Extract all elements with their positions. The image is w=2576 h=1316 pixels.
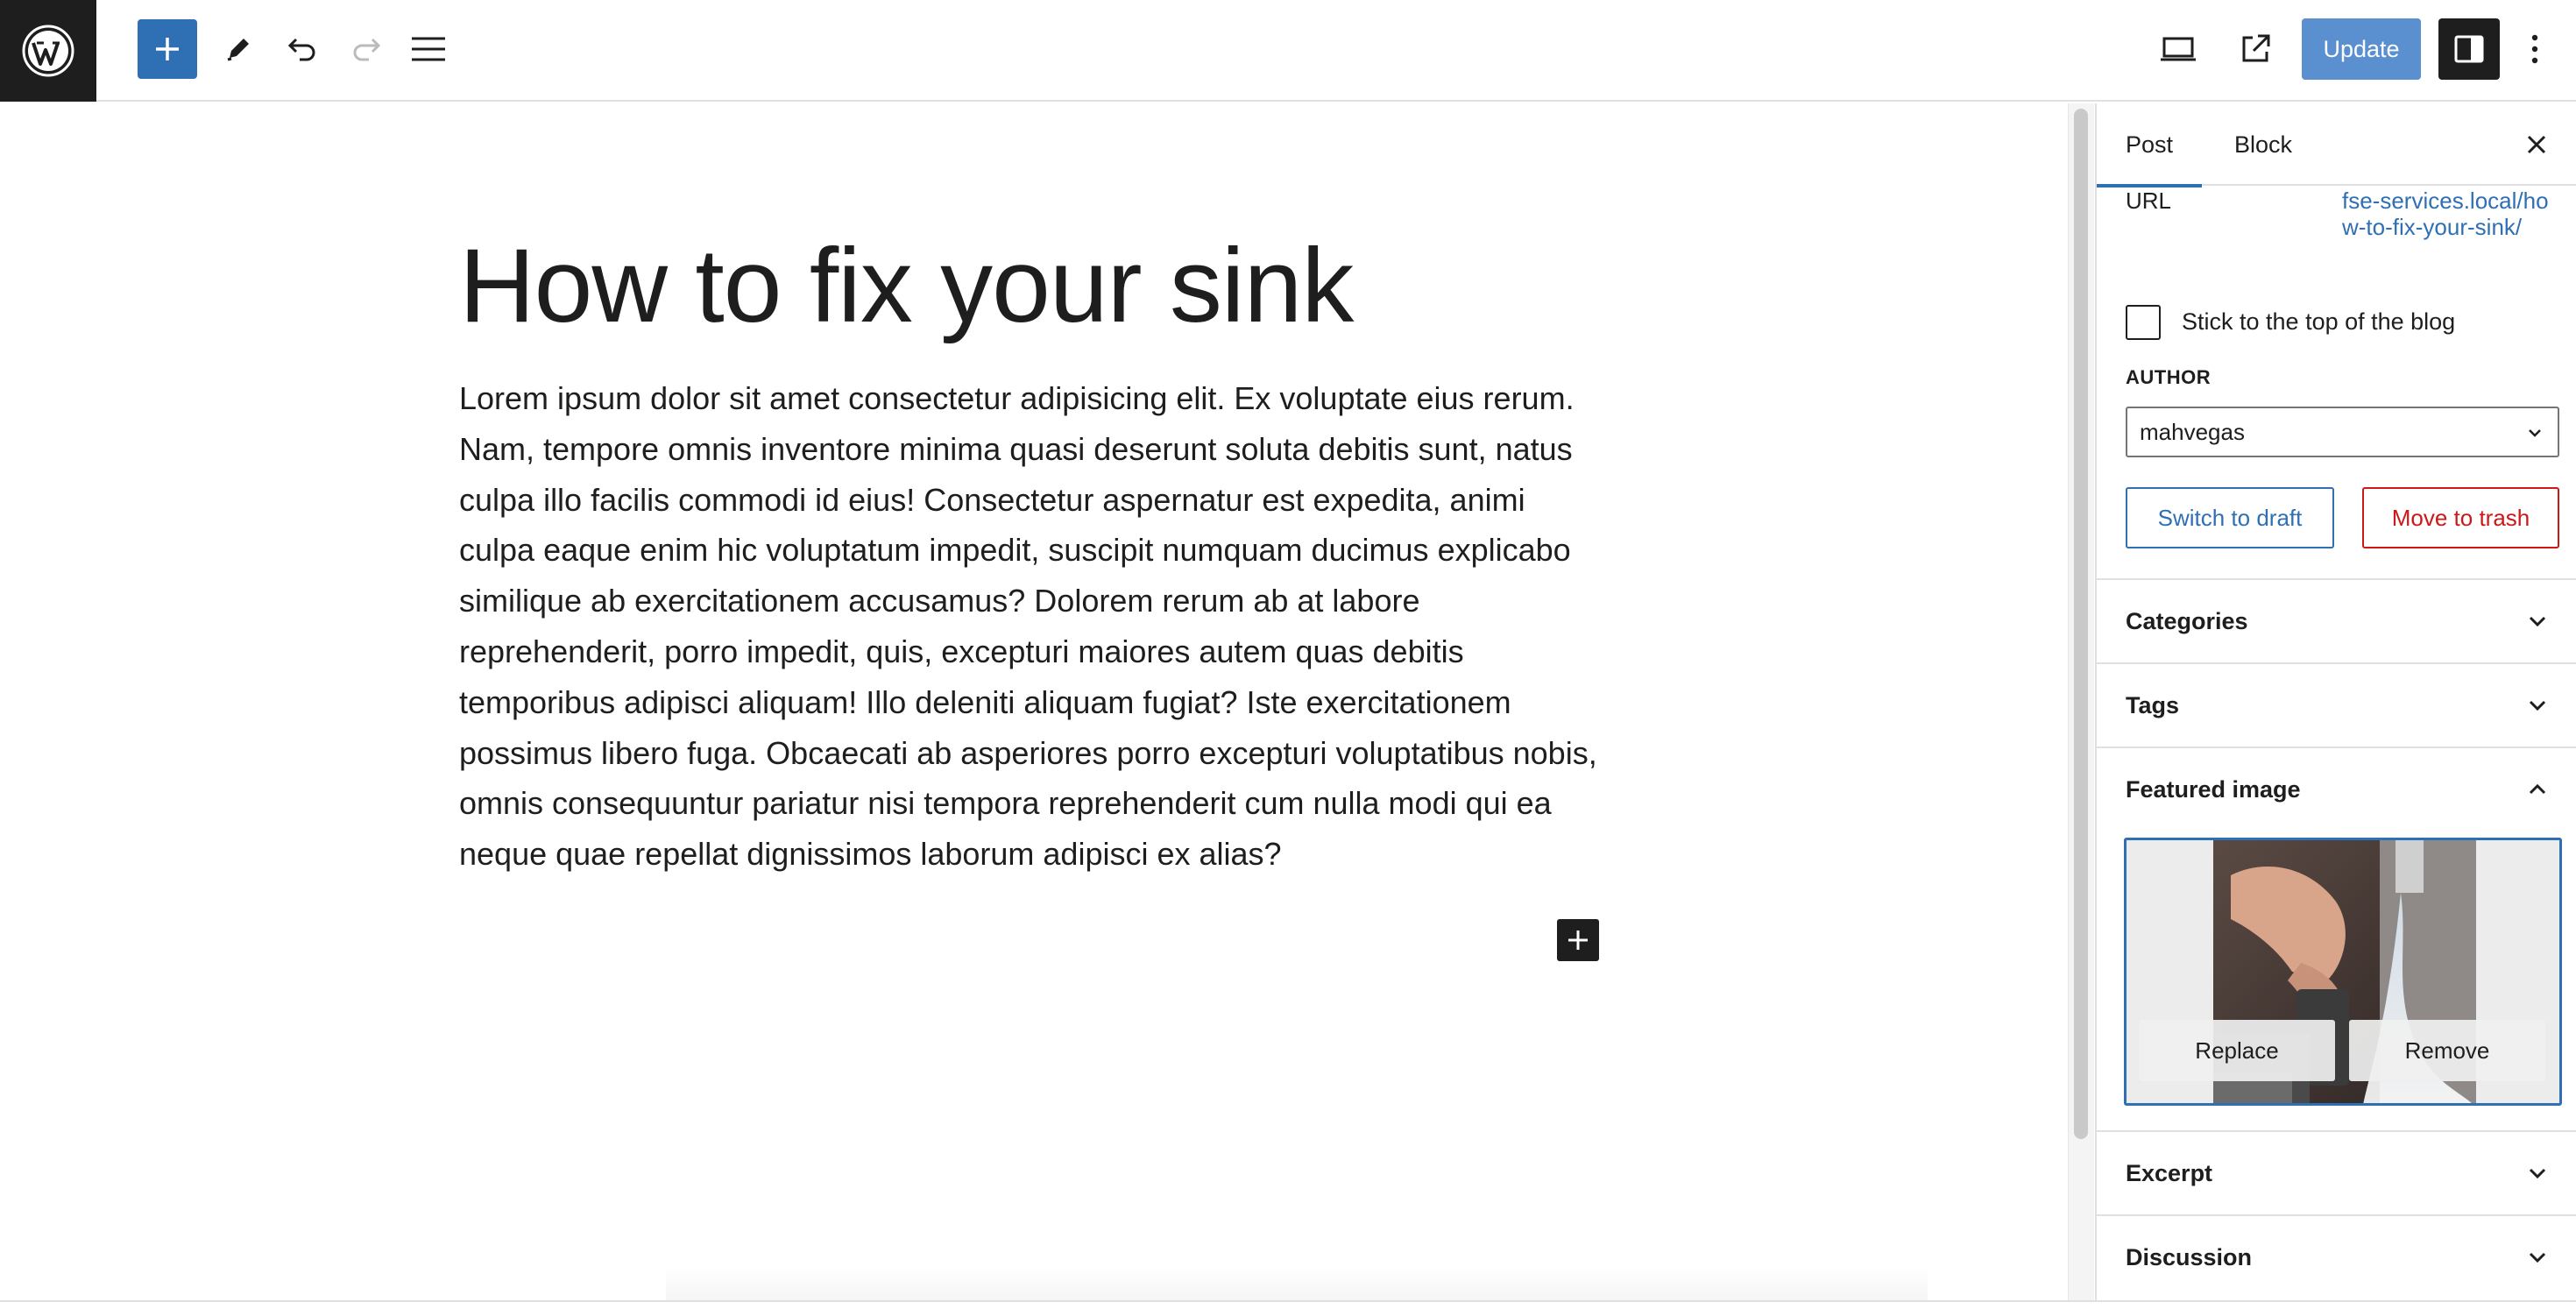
editor-footer <box>0 1300 2576 1316</box>
replace-image-button[interactable]: Replace <box>2139 1020 2335 1081</box>
author-select[interactable]: mahvegas <box>2126 407 2559 457</box>
preview-button[interactable] <box>2148 19 2208 79</box>
post-title[interactable]: How to fix your sink <box>459 223 1354 349</box>
switch-to-draft-button[interactable]: Switch to draft <box>2126 487 2334 548</box>
chevron-down-icon <box>2523 691 2551 719</box>
wordpress-icon <box>22 25 74 77</box>
chevron-down-icon <box>2529 429 2541 437</box>
desktop-icon <box>2161 37 2196 61</box>
undo-icon <box>287 38 315 61</box>
undo-button[interactable] <box>272 19 332 79</box>
panel-title: Excerpt <box>2126 1159 2213 1186</box>
document-overview-button[interactable] <box>399 19 458 79</box>
redo-icon <box>353 38 381 61</box>
author-label: AUTHOR <box>2126 366 2212 388</box>
settings-button[interactable] <box>2438 18 2500 80</box>
close-icon <box>2527 135 2546 154</box>
panel-title: Categories <box>2126 607 2248 634</box>
chevron-down-icon <box>2523 1159 2551 1187</box>
external-link-icon <box>2242 34 2270 62</box>
block-inserter-button[interactable] <box>1557 919 1599 961</box>
editor-canvas: How to fix your sink Lorem ipsum dolor s… <box>0 103 2068 1300</box>
pencil-icon <box>227 39 249 61</box>
chevron-down-icon <box>2523 607 2551 635</box>
plus-icon <box>156 38 179 60</box>
update-button[interactable]: Update <box>2302 18 2421 80</box>
post-url-link[interactable]: fse-services.local/how-to-fix-your-sink/ <box>2342 187 2552 240</box>
tab-block[interactable]: Block <box>2211 103 2316 186</box>
sidebar-tabs: Post Block <box>2097 103 2576 187</box>
wordpress-logo-button[interactable] <box>0 0 96 102</box>
view-post-button[interactable] <box>2226 19 2285 79</box>
panel-discussion[interactable]: Discussion <box>2097 1214 2576 1298</box>
redo-button[interactable] <box>336 19 396 79</box>
close-sidebar-button[interactable] <box>2517 125 2556 164</box>
sidebar-toggle-icon <box>2454 35 2484 63</box>
plus-icon <box>1568 930 1588 950</box>
editor-toolbar: Update <box>0 0 2576 102</box>
add-block-button[interactable] <box>138 19 197 79</box>
panel-featured-image[interactable]: Featured image <box>2097 746 2576 831</box>
paragraph-block[interactable]: Lorem ipsum dolor sit amet consectetur a… <box>459 373 1598 880</box>
list-view-icon <box>412 37 445 61</box>
options-button[interactable] <box>2513 19 2557 79</box>
panel-title: Tags <box>2126 691 2180 718</box>
featured-image-preview[interactable]: Replace Remove <box>2124 838 2562 1106</box>
author-select-value: mahvegas <box>2140 418 2245 445</box>
panel-title: Discussion <box>2126 1243 2253 1270</box>
canvas-scrollbar-thumb[interactable] <box>2074 109 2088 1139</box>
panel-categories[interactable]: Categories <box>2097 578 2576 662</box>
move-to-trash-button[interactable]: Move to trash <box>2362 487 2559 548</box>
panel-tags[interactable]: Tags <box>2097 662 2576 746</box>
panel-title: Featured image <box>2126 775 2301 803</box>
canvas-bottom-shadow <box>666 1265 1928 1300</box>
panel-excerpt[interactable]: Excerpt <box>2097 1130 2576 1214</box>
tab-post[interactable]: Post <box>2097 103 2202 187</box>
remove-image-button[interactable]: Remove <box>2349 1020 2545 1081</box>
more-vertical-icon <box>2531 34 2538 64</box>
settings-sidebar: Post Block URL fse-services.local/how-to… <box>2095 103 2576 1300</box>
tools-button[interactable] <box>209 19 268 79</box>
url-label: URL <box>2126 187 2172 214</box>
chevron-down-icon <box>2523 1243 2551 1271</box>
chevron-up-icon <box>2523 775 2551 803</box>
sticky-checkbox-label[interactable]: Stick to the top of the blog <box>2182 308 2455 336</box>
sticky-checkbox[interactable] <box>2126 305 2161 340</box>
